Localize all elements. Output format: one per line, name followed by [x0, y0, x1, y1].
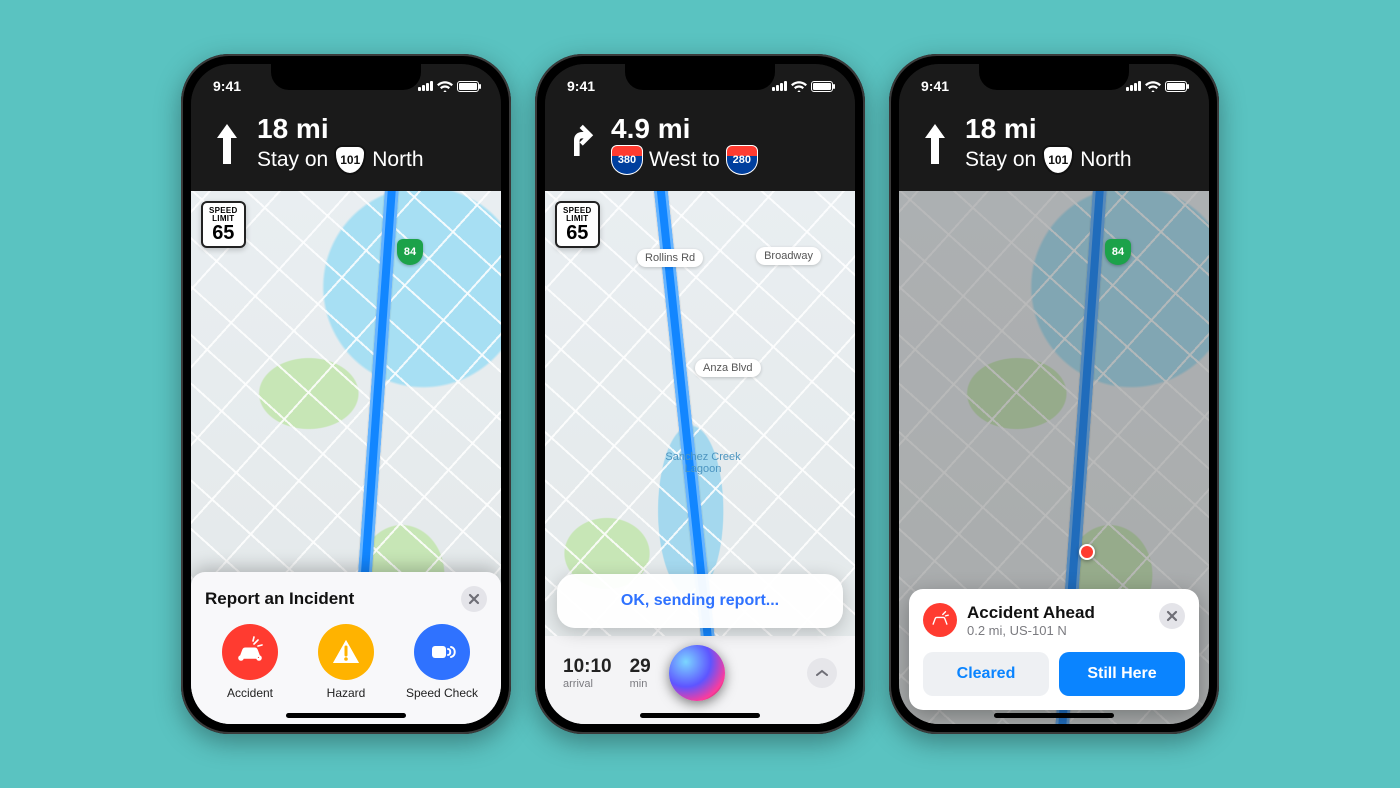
- map-view[interactable]: 84 Accident Ahead 0.2 mi, US-101 N: [899, 191, 1209, 724]
- status-indicators: [772, 80, 833, 92]
- map-view[interactable]: SPEED LIMIT 65 Rollins Rd Broadway Anza …: [545, 191, 855, 724]
- speed-limit-label: SPEED LIMIT: [209, 207, 238, 223]
- speed-limit-label: SPEED LIMIT: [563, 207, 592, 223]
- interstate-shield-icon: 280: [726, 145, 758, 175]
- battery-icon: [457, 81, 479, 92]
- screen: 9:41 4.9 mi 380 West to 280: [545, 64, 855, 724]
- close-icon: [1166, 610, 1178, 622]
- eta-time: 10:10: [563, 656, 612, 678]
- navigation-instruction: 4.9 mi 380 West to 280: [611, 114, 758, 175]
- nav-prefix: Stay on: [257, 148, 328, 172]
- siri-response-banner: OK, sending report...: [557, 574, 843, 628]
- cellular-signal-icon: [772, 81, 787, 91]
- status-indicators: [418, 80, 479, 92]
- status-time: 9:41: [921, 78, 949, 94]
- direction-turn-right-icon: [563, 124, 599, 164]
- map-view[interactable]: SPEED LIMIT 65 84 Report an Incident: [191, 191, 501, 724]
- status-time: 9:41: [567, 78, 595, 94]
- phone-mockup-2: 9:41 4.9 mi 380 West to 280: [535, 54, 865, 734]
- navigation-banner: 18 mi Stay on 101 North: [191, 108, 501, 191]
- notch: [271, 64, 421, 90]
- status-time: 9:41: [213, 78, 241, 94]
- highway-marker-84: 84: [397, 239, 423, 265]
- nav-suffix: North: [1080, 148, 1131, 172]
- nav-prefix: Stay on: [965, 148, 1036, 172]
- direction-straight-icon: [209, 124, 245, 164]
- map-label-rollins: Rollins Rd: [637, 249, 703, 267]
- direction-straight-icon: [917, 124, 953, 164]
- eta-time-sub: arrival: [563, 678, 612, 690]
- navigation-banner: 4.9 mi 380 West to 280: [545, 108, 855, 191]
- siri-response-text: OK, sending report...: [621, 592, 779, 609]
- speed-limit-value: 65: [563, 223, 592, 244]
- nav-suffix: North: [372, 148, 423, 172]
- close-icon: [468, 593, 480, 605]
- nav-distance: 18 mi: [965, 114, 1132, 145]
- navigation-instruction: 18 mi Stay on 101 North: [965, 114, 1132, 175]
- us-route-shield-icon: 101: [334, 145, 366, 175]
- speed-limit-sign: SPEED LIMIT 65: [555, 201, 600, 248]
- chevron-up-icon: [816, 669, 828, 677]
- eta-minutes-sub: min: [630, 678, 651, 690]
- home-indicator[interactable]: [994, 713, 1114, 718]
- map-label-broadway: Broadway: [756, 247, 821, 265]
- cellular-signal-icon: [418, 81, 433, 91]
- hazard-icon: [318, 624, 374, 680]
- nav-distance: 4.9 mi: [611, 114, 758, 145]
- alert-title: Accident Ahead: [967, 603, 1095, 623]
- siri-orb-icon[interactable]: [669, 645, 725, 701]
- status-indicators: [1126, 80, 1187, 92]
- report-incident-sheet: Report an Incident Accident: [191, 572, 501, 724]
- screen: 9:41 18 mi Stay on 101 North: [191, 64, 501, 724]
- wifi-icon: [1145, 80, 1161, 92]
- us-route-shield-icon: 101: [1042, 145, 1074, 175]
- alert-subtitle: 0.2 mi, US-101 N: [967, 623, 1095, 638]
- map-label-lagoon: Sanchez Creek Lagoon: [663, 451, 743, 475]
- cleared-button[interactable]: Cleared: [923, 652, 1049, 696]
- close-button[interactable]: [461, 586, 487, 612]
- screen: 9:41 18 mi Stay on 101 North: [899, 64, 1209, 724]
- close-button[interactable]: [1159, 603, 1185, 629]
- battery-icon: [811, 81, 833, 92]
- incident-accident-label: Accident: [227, 686, 273, 700]
- home-indicator[interactable]: [640, 713, 760, 718]
- eta-minutes: 29: [630, 656, 651, 678]
- expand-tray-button[interactable]: [807, 658, 837, 688]
- eta-tray[interactable]: 10:10 arrival 29 min: [545, 636, 855, 724]
- home-indicator[interactable]: [286, 713, 406, 718]
- speed-limit-value: 65: [209, 223, 238, 244]
- phone-mockup-3: 9:41 18 mi Stay on 101 North: [889, 54, 1219, 734]
- eta-duration: 29 min: [630, 656, 651, 690]
- highway-marker-84: 84: [1105, 239, 1131, 265]
- wifi-icon: [791, 80, 807, 92]
- speed-limit-sign: SPEED LIMIT 65: [201, 201, 246, 248]
- incident-marker-icon: [1079, 544, 1095, 560]
- notch: [625, 64, 775, 90]
- interstate-shield-icon: 380: [611, 145, 643, 175]
- incident-alert-card: Accident Ahead 0.2 mi, US-101 N Cleared …: [909, 589, 1199, 710]
- incident-speed-button[interactable]: Speed Check: [401, 624, 483, 700]
- notch: [979, 64, 1129, 90]
- incident-hazard-button[interactable]: Hazard: [305, 624, 387, 700]
- nav-distance: 18 mi: [257, 114, 424, 145]
- map-label-anza: Anza Blvd: [695, 359, 761, 377]
- incident-accident-button[interactable]: Accident: [209, 624, 291, 700]
- phone-mockup-1: 9:41 18 mi Stay on 101 North: [181, 54, 511, 734]
- wifi-icon: [437, 80, 453, 92]
- eta-arrival: 10:10 arrival: [563, 656, 612, 690]
- cellular-signal-icon: [1126, 81, 1141, 91]
- incident-options: Accident Hazard Speed Check: [205, 624, 487, 700]
- speed-check-icon: [414, 624, 470, 680]
- navigation-banner: 18 mi Stay on 101 North: [899, 108, 1209, 191]
- accident-icon: [923, 603, 957, 637]
- incident-hazard-label: Hazard: [327, 686, 366, 700]
- accident-icon: [222, 624, 278, 680]
- nav-mid-text: West to: [649, 148, 720, 172]
- battery-icon: [1165, 81, 1187, 92]
- navigation-instruction: 18 mi Stay on 101 North: [257, 114, 424, 175]
- incident-speed-label: Speed Check: [406, 686, 478, 700]
- sheet-title: Report an Incident: [205, 589, 354, 609]
- still-here-button[interactable]: Still Here: [1059, 652, 1185, 696]
